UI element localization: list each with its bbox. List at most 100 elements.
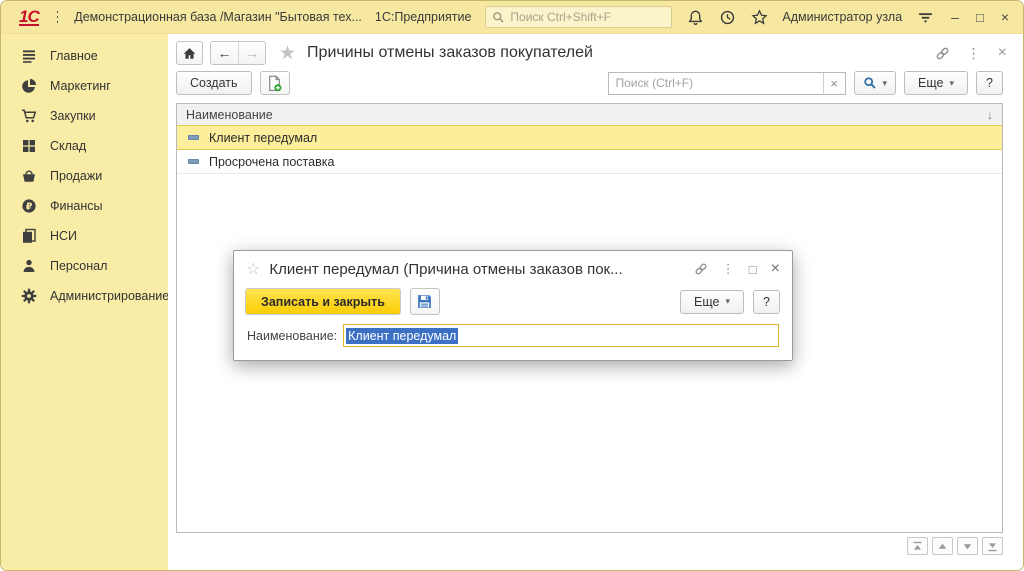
app-window: 1С Демонстрационная база /Магазин "Бытов… <box>0 0 1024 571</box>
sidebar-label: Главное <box>50 49 98 63</box>
caret-down-icon: ▾ <box>883 78 888 89</box>
sections-list-icon <box>21 48 37 64</box>
save-and-close-button[interactable]: Записать и закрыть <box>245 288 401 315</box>
global-search-box[interactable] <box>485 6 672 28</box>
more-dots-icon[interactable]: ⋮ <box>722 261 735 277</box>
clear-search-icon[interactable]: × <box>823 73 845 94</box>
caret-down-icon: ▾ <box>725 296 730 307</box>
home-icon <box>182 46 197 61</box>
more-button[interactable]: Еще ▾ <box>904 71 968 95</box>
sidebar-label: Продажи <box>50 169 102 183</box>
dialog-more-button[interactable]: Еще ▾ <box>680 290 744 314</box>
floppy-save-icon <box>416 293 433 310</box>
selected-text: Клиент передумал <box>346 328 458 344</box>
sidebar-item-finansy[interactable]: ₽ Финансы <box>1 191 168 221</box>
favorites-star-icon[interactable] <box>751 7 768 27</box>
list-search-input[interactable] <box>609 73 823 94</box>
sections-sidebar: Главное Маркетинг Закупки Склад Продажи … <box>1 34 168 570</box>
item-edit-dialog: ☆ Клиент передумал (Причина отмены заказ… <box>233 250 793 361</box>
more-button-label: Еще <box>694 295 719 309</box>
search-button[interactable]: ▾ <box>854 71 897 95</box>
scroll-up-button[interactable] <box>932 537 953 555</box>
down-triangle-icon <box>961 540 974 553</box>
scroll-to-top-button[interactable] <box>907 537 928 555</box>
more-button-label: Еще <box>918 76 943 90</box>
dialog-titlebar: ☆ Клиент передумал (Причина отмены заказ… <box>234 251 792 284</box>
page-title: Причины отмены заказов покупателей <box>307 44 593 62</box>
search-icon <box>863 76 877 90</box>
close-form-icon[interactable]: × <box>998 44 1007 62</box>
reference-books-icon <box>21 228 37 244</box>
to-top-icon <box>911 540 924 553</box>
catalog-item-icon <box>188 135 199 140</box>
create-by-copy-button[interactable] <box>260 71 290 95</box>
list-search-box[interactable]: × <box>608 72 846 95</box>
to-bottom-icon <box>986 540 999 553</box>
copy-link-icon[interactable] <box>694 262 708 276</box>
list-toolbar: Создать × ▾ Еще ▾ <box>168 68 1023 102</box>
current-user[interactable]: Администратор узла <box>782 10 902 24</box>
sidebar-label: Закупки <box>50 109 96 123</box>
row-name: Просрочена поставка <box>209 155 334 169</box>
name-input-field[interactable]: Клиент передумал <box>343 324 779 347</box>
scroll-down-button[interactable] <box>957 537 978 555</box>
ruble-coin-icon: ₽ <box>21 198 37 214</box>
pie-chart-icon <box>21 78 37 94</box>
close-window-button[interactable]: × <box>1001 9 1009 25</box>
table-row[interactable]: Клиент передумал <box>177 125 1002 150</box>
database-name: Демонстрационная база /Магазин "Бытовая … <box>74 10 362 24</box>
create-button[interactable]: Создать <box>176 71 252 95</box>
basket-icon <box>21 168 37 184</box>
sidebar-item-personal[interactable]: Персонал <box>1 251 168 281</box>
sidebar-label: Склад <box>50 139 86 153</box>
dialog-help-button[interactable]: ? <box>753 290 780 314</box>
notifications-bell-icon[interactable] <box>687 7 704 27</box>
forward-button[interactable]: → <box>238 42 265 64</box>
name-field-label: Наименование: <box>247 329 337 343</box>
new-document-icon <box>266 75 283 92</box>
history-clock-icon[interactable] <box>719 7 736 27</box>
form-header: ← → ★ Причины отмены заказов покупателей… <box>168 34 1023 68</box>
sidebar-item-glavnoe[interactable]: Главное <box>1 41 168 71</box>
sidebar-item-sklad[interactable]: Склад <box>1 131 168 161</box>
person-icon <box>21 258 37 274</box>
maximize-button[interactable]: □ <box>976 10 984 25</box>
shopping-cart-icon <box>21 108 37 124</box>
catalog-item-icon <box>188 159 199 164</box>
more-dots-icon[interactable]: ⋮ <box>967 45 981 62</box>
svg-text:₽: ₽ <box>26 201 33 212</box>
column-header-name[interactable]: Наименование ↓ <box>177 104 1002 126</box>
sidebar-item-administrirovanie[interactable]: Администрирование <box>1 281 168 311</box>
minimize-button[interactable]: – <box>951 9 959 25</box>
sidebar-item-marketing[interactable]: Маркетинг <box>1 71 168 101</box>
main-menu-hamburger-icon[interactable] <box>57 11 59 23</box>
sidebar-item-prodazhi[interactable]: Продажи <box>1 161 168 191</box>
maximize-dialog-icon[interactable]: □ <box>749 262 757 277</box>
global-search-input[interactable] <box>510 10 665 24</box>
up-triangle-icon <box>936 540 949 553</box>
home-button[interactable] <box>176 41 203 65</box>
close-dialog-icon[interactable]: × <box>771 260 780 278</box>
favorite-star-icon[interactable]: ☆ <box>246 259 260 279</box>
sidebar-item-zakupki[interactable]: Закупки <box>1 101 168 131</box>
1c-logo[interactable]: 1С <box>19 9 39 26</box>
dialog-toolbar: Записать и закрыть Еще ▾ ? <box>234 284 792 323</box>
table-row[interactable]: Просрочена поставка <box>177 150 1002 174</box>
search-icon <box>492 11 505 24</box>
save-button[interactable] <box>410 288 440 315</box>
back-button[interactable]: ← <box>211 42 238 64</box>
row-name: Клиент передумал <box>209 131 317 145</box>
copy-link-icon[interactable] <box>935 46 950 61</box>
scroll-to-bottom-button[interactable] <box>982 537 1003 555</box>
dialog-form: Наименование: Клиент передумал <box>234 323 792 360</box>
add-to-favorites-star-icon[interactable]: ★ <box>279 42 296 65</box>
sidebar-label: НСИ <box>50 229 77 243</box>
sidebar-label: Финансы <box>50 199 102 213</box>
help-button[interactable]: ? <box>976 71 1003 95</box>
dialog-title: Клиент передумал (Причина отмены заказов… <box>269 261 622 278</box>
sidebar-label: Администрирование <box>50 289 169 303</box>
service-settings-icon[interactable] <box>917 7 934 27</box>
topbar: 1С Демонстрационная база /Магазин "Бытов… <box>1 1 1023 34</box>
sidebar-item-nsi[interactable]: НСИ <box>1 221 168 251</box>
list-scroll-buttons <box>907 537 1003 555</box>
